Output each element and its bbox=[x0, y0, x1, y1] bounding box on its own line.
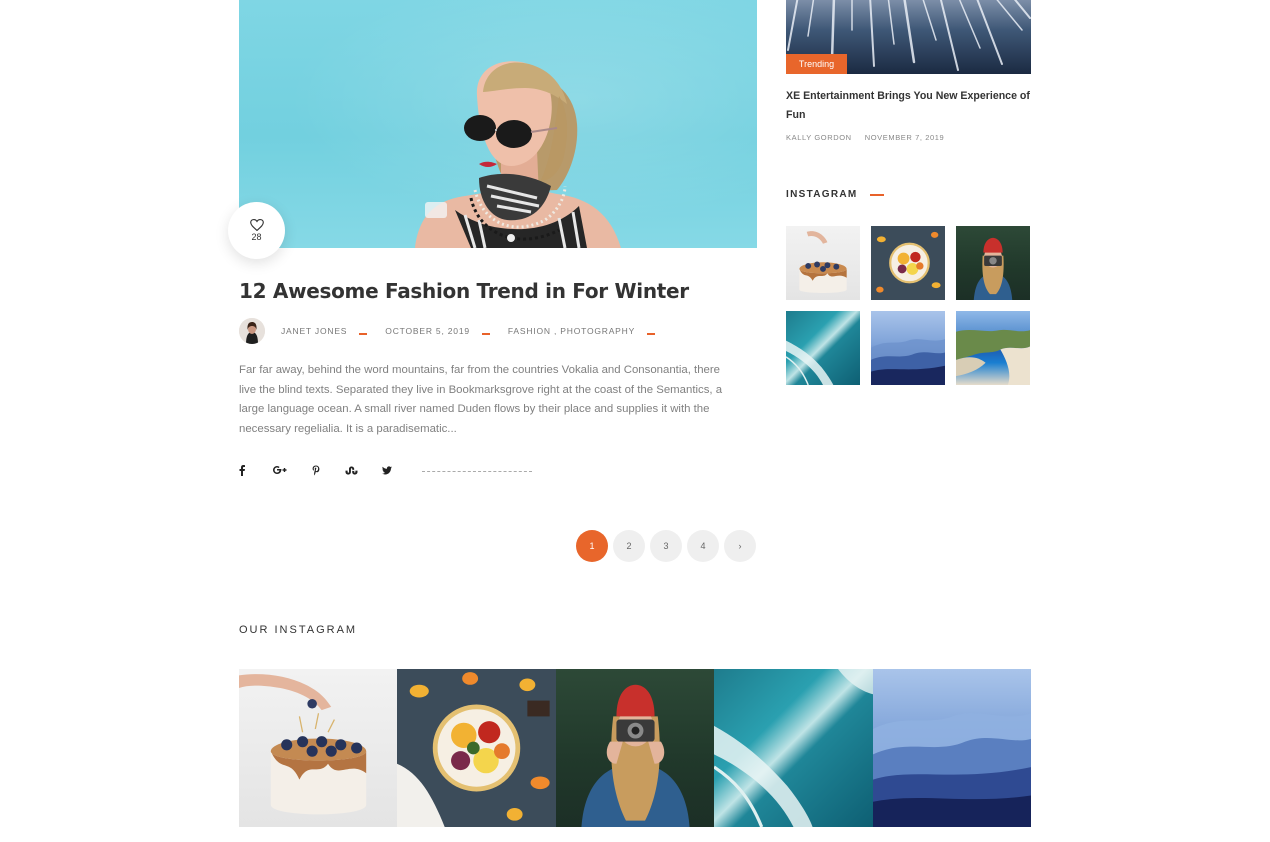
pinterest-icon[interactable] bbox=[311, 464, 321, 476]
our-instagram-heading: OUR INSTAGRAM bbox=[239, 624, 358, 636]
meta-divider bbox=[647, 332, 656, 335]
page-2-button[interactable]: 2 bbox=[613, 530, 645, 562]
instagram-thumb-sea-waves[interactable] bbox=[786, 311, 860, 385]
fruit-bowl-photo bbox=[397, 672, 551, 827]
like-count: 28 bbox=[251, 232, 262, 242]
sidebar-instagram-heading: INSTAGRAM bbox=[786, 189, 884, 200]
instagram-thumb-fruit-bowl[interactable] bbox=[871, 226, 945, 300]
facebook-icon[interactable] bbox=[237, 464, 247, 476]
sidebar-post-date[interactable]: NOVEMBER 7, 2019 bbox=[865, 133, 945, 142]
page-3-button[interactable]: 3 bbox=[650, 530, 682, 562]
sidebar-instagram-title: INSTAGRAM bbox=[786, 189, 858, 200]
meta-divider bbox=[359, 332, 368, 335]
instagram-thumb-girl-camera[interactable] bbox=[956, 226, 1030, 300]
instagram-strip-sea-waves[interactable] bbox=[714, 669, 873, 827]
cake-photo bbox=[799, 231, 847, 293]
post-date[interactable]: OCTOBER 5, 2019 bbox=[385, 326, 470, 336]
stumbleupon-icon[interactable] bbox=[345, 464, 358, 476]
like-button[interactable]: 28 bbox=[228, 202, 285, 259]
woman-sunglasses-photo bbox=[415, 61, 621, 248]
post-meta: JANET JONES OCTOBER 5, 2019 FASHION , PH… bbox=[239, 317, 673, 344]
instagram-strip-cake[interactable] bbox=[239, 669, 398, 827]
instagram-strip-mountains[interactable] bbox=[872, 669, 1031, 827]
meta-divider bbox=[481, 332, 490, 335]
instagram-thumb-cake[interactable] bbox=[786, 226, 860, 300]
avatar[interactable] bbox=[239, 317, 265, 344]
mountains-photo bbox=[872, 713, 1031, 827]
instagram-strip-fruit-bowl[interactable] bbox=[397, 669, 556, 827]
google-plus-icon[interactable] bbox=[271, 464, 287, 476]
cake-photo bbox=[239, 674, 367, 815]
sidebar-instagram-grid bbox=[786, 226, 1031, 385]
page-1-button[interactable]: 1 bbox=[576, 530, 608, 562]
fruit-bowl-photo bbox=[876, 231, 941, 293]
instagram-thumb-mountains[interactable] bbox=[871, 311, 945, 385]
heart-icon bbox=[249, 219, 264, 231]
girl-camera-photo bbox=[581, 684, 690, 827]
post-categories[interactable]: FASHION , PHOTOGRAPHY bbox=[508, 326, 635, 336]
post-excerpt: Far far away, behind the word mountains,… bbox=[239, 364, 723, 435]
sidebar-post-title[interactable]: XE Entertainment Brings You New Experien… bbox=[786, 87, 1036, 124]
sea-waves-photo bbox=[714, 669, 873, 827]
heading-accent-line bbox=[869, 193, 884, 196]
instagram-thumb-coast[interactable] bbox=[956, 311, 1030, 385]
coast-photo bbox=[956, 329, 1030, 385]
pagination: 1 2 3 4 › bbox=[576, 530, 756, 562]
post-hero-image[interactable] bbox=[239, 0, 757, 248]
post-author[interactable]: JANET JONES bbox=[281, 326, 347, 336]
share-links bbox=[237, 462, 532, 478]
mountains-photo bbox=[871, 339, 945, 385]
girl-camera-photo bbox=[973, 237, 1013, 300]
sidebar-post-meta: KALLY GORDON NOVEMBER 7, 2019 bbox=[786, 133, 944, 142]
next-page-button[interactable]: › bbox=[724, 530, 756, 562]
post-title[interactable]: 12 Awesome Fashion Trend in For Winter bbox=[239, 279, 759, 303]
share-divider bbox=[422, 470, 532, 472]
sidebar-post-author[interactable]: KALLY GORDON bbox=[786, 133, 852, 142]
trending-badge[interactable]: Trending bbox=[786, 54, 847, 74]
instagram-strip-girl-camera[interactable] bbox=[555, 669, 715, 827]
instagram-strip bbox=[239, 669, 1031, 827]
sea-waves-photo bbox=[786, 340, 834, 385]
twitter-icon[interactable] bbox=[382, 464, 392, 476]
page-4-button[interactable]: 4 bbox=[687, 530, 719, 562]
author-photo bbox=[239, 317, 265, 344]
